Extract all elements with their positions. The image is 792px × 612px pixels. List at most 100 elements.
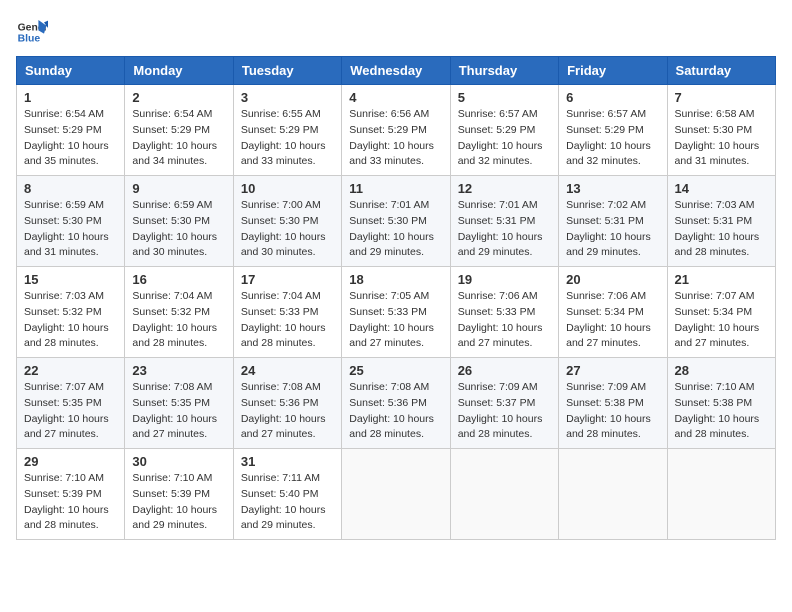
header-friday: Friday [559,57,667,85]
day-number: 18 [349,272,442,287]
day-number: 8 [24,181,117,196]
day-info: Sunrise: 7:09 AMSunset: 5:37 PMDaylight:… [458,380,551,443]
calendar-week-5: 29 Sunrise: 7:10 AMSunset: 5:39 PMDayligh… [17,449,776,540]
day-info: Sunrise: 6:58 AMSunset: 5:30 PMDaylight:… [675,107,768,170]
day-info: Sunrise: 6:54 AMSunset: 5:29 PMDaylight:… [132,107,225,170]
day-info: Sunrise: 7:08 AMSunset: 5:36 PMDaylight:… [241,380,334,443]
calendar-cell: 13Sunrise: 7:02 AMSunset: 5:31 PMDayligh… [559,176,667,267]
calendar-cell: 21 Sunrise: 7:07 AMSunset: 5:34 PMDayligh… [667,267,775,358]
day-info: Sunrise: 7:08 AMSunset: 5:36 PMDaylight:… [349,380,442,443]
day-number: 24 [241,363,334,378]
calendar-cell: 15Sunrise: 7:03 AMSunset: 5:32 PMDayligh… [17,267,125,358]
day-number: 9 [132,181,225,196]
calendar-cell: 5 Sunrise: 6:57 AMSunset: 5:29 PMDaylight… [450,85,558,176]
day-number: 25 [349,363,442,378]
day-number: 1 [24,90,117,105]
calendar-cell: 10Sunrise: 7:00 AMSunset: 5:30 PMDayligh… [233,176,341,267]
calendar-cell: 6Sunrise: 6:57 AMSunset: 5:29 PMDaylight… [559,85,667,176]
header-tuesday: Tuesday [233,57,341,85]
calendar-cell: 23 Sunrise: 7:08 AMSunset: 5:35 PMDayligh… [125,358,233,449]
calendar-cell: 14 Sunrise: 7:03 AMSunset: 5:31 PMDayligh… [667,176,775,267]
header-saturday: Saturday [667,57,775,85]
day-number: 16 [132,272,225,287]
day-info: Sunrise: 7:10 AMSunset: 5:39 PMDaylight:… [24,471,117,534]
day-number: 23 [132,363,225,378]
day-number: 5 [458,90,551,105]
day-number: 29 [24,454,117,469]
day-number: 4 [349,90,442,105]
day-info: Sunrise: 7:07 AMSunset: 5:34 PMDaylight:… [675,289,768,352]
calendar-cell: 22 Sunrise: 7:07 AMSunset: 5:35 PMDayligh… [17,358,125,449]
calendar-header-row: SundayMondayTuesdayWednesdayThursdayFrid… [17,57,776,85]
day-number: 11 [349,181,442,196]
calendar-cell: 3 Sunrise: 6:55 AMSunset: 5:29 PMDaylight… [233,85,341,176]
day-info: Sunrise: 7:05 AMSunset: 5:33 PMDaylight:… [349,289,442,352]
day-number: 14 [675,181,768,196]
calendar-cell: 27Sunrise: 7:09 AMSunset: 5:38 PMDayligh… [559,358,667,449]
calendar-cell: 29 Sunrise: 7:10 AMSunset: 5:39 PMDayligh… [17,449,125,540]
day-number: 19 [458,272,551,287]
day-info: Sunrise: 6:59 AMSunset: 5:30 PMDaylight:… [24,198,117,261]
header-monday: Monday [125,57,233,85]
calendar-week-1: 1 Sunrise: 6:54 AMSunset: 5:29 PMDaylight… [17,85,776,176]
calendar-cell [667,449,775,540]
calendar-cell: 20 Sunrise: 7:06 AMSunset: 5:34 PMDayligh… [559,267,667,358]
day-info: Sunrise: 7:10 AMSunset: 5:38 PMDaylight:… [675,380,768,443]
header: General Blue [16,16,776,48]
calendar-cell: 24 Sunrise: 7:08 AMSunset: 5:36 PMDayligh… [233,358,341,449]
day-number: 6 [566,90,659,105]
calendar-week-3: 15Sunrise: 7:03 AMSunset: 5:32 PMDayligh… [17,267,776,358]
calendar-cell: 4 Sunrise: 6:56 AMSunset: 5:29 PMDaylight… [342,85,450,176]
day-info: Sunrise: 7:06 AMSunset: 5:34 PMDaylight:… [566,289,659,352]
day-info: Sunrise: 6:55 AMSunset: 5:29 PMDaylight:… [241,107,334,170]
day-info: Sunrise: 7:09 AMSunset: 5:38 PMDaylight:… [566,380,659,443]
day-number: 15 [24,272,117,287]
day-info: Sunrise: 7:04 AMSunset: 5:32 PMDaylight:… [132,289,225,352]
header-sunday: Sunday [17,57,125,85]
calendar-cell: 18 Sunrise: 7:05 AMSunset: 5:33 PMDayligh… [342,267,450,358]
calendar-cell [559,449,667,540]
calendar-week-4: 22 Sunrise: 7:07 AMSunset: 5:35 PMDayligh… [17,358,776,449]
calendar-cell: 16 Sunrise: 7:04 AMSunset: 5:32 PMDayligh… [125,267,233,358]
day-info: Sunrise: 7:10 AMSunset: 5:39 PMDaylight:… [132,471,225,534]
day-number: 12 [458,181,551,196]
day-info: Sunrise: 7:03 AMSunset: 5:31 PMDaylight:… [675,198,768,261]
calendar-cell [450,449,558,540]
calendar-cell: 30 Sunrise: 7:10 AMSunset: 5:39 PMDayligh… [125,449,233,540]
day-info: Sunrise: 7:11 AMSunset: 5:40 PMDaylight:… [241,471,334,534]
day-number: 22 [24,363,117,378]
calendar-cell: 9Sunrise: 6:59 AMSunset: 5:30 PMDaylight… [125,176,233,267]
day-number: 2 [132,90,225,105]
calendar-week-2: 8 Sunrise: 6:59 AMSunset: 5:30 PMDaylight… [17,176,776,267]
calendar-cell: 12Sunrise: 7:01 AMSunset: 5:31 PMDayligh… [450,176,558,267]
day-number: 17 [241,272,334,287]
day-info: Sunrise: 7:06 AMSunset: 5:33 PMDaylight:… [458,289,551,352]
calendar-cell: 17Sunrise: 7:04 AMSunset: 5:33 PMDayligh… [233,267,341,358]
calendar-cell: 2 Sunrise: 6:54 AMSunset: 5:29 PMDaylight… [125,85,233,176]
day-info: Sunrise: 6:56 AMSunset: 5:29 PMDaylight:… [349,107,442,170]
day-info: Sunrise: 7:01 AMSunset: 5:30 PMDaylight:… [349,198,442,261]
day-number: 26 [458,363,551,378]
header-thursday: Thursday [450,57,558,85]
logo-icon: General Blue [16,16,48,48]
calendar-cell: 31Sunrise: 7:11 AMSunset: 5:40 PMDayligh… [233,449,341,540]
day-number: 3 [241,90,334,105]
calendar-cell: 1Sunrise: 6:54 AMSunset: 5:29 PMDaylight… [17,85,125,176]
day-info: Sunrise: 6:57 AMSunset: 5:29 PMDaylight:… [458,107,551,170]
calendar-cell: 7Sunrise: 6:58 AMSunset: 5:30 PMDaylight… [667,85,775,176]
calendar-cell [342,449,450,540]
calendar-cell: 19 Sunrise: 7:06 AMSunset: 5:33 PMDayligh… [450,267,558,358]
calendar-table: SundayMondayTuesdayWednesdayThursdayFrid… [16,56,776,540]
day-number: 21 [675,272,768,287]
day-number: 13 [566,181,659,196]
calendar-cell: 28Sunrise: 7:10 AMSunset: 5:38 PMDayligh… [667,358,775,449]
day-number: 30 [132,454,225,469]
logo: General Blue [16,16,48,48]
calendar-cell: 26 Sunrise: 7:09 AMSunset: 5:37 PMDayligh… [450,358,558,449]
day-info: Sunrise: 7:08 AMSunset: 5:35 PMDaylight:… [132,380,225,443]
day-info: Sunrise: 7:07 AMSunset: 5:35 PMDaylight:… [24,380,117,443]
calendar-cell: 8 Sunrise: 6:59 AMSunset: 5:30 PMDaylight… [17,176,125,267]
day-number: 20 [566,272,659,287]
svg-text:Blue: Blue [18,34,41,45]
calendar-cell: 11 Sunrise: 7:01 AMSunset: 5:30 PMDayligh… [342,176,450,267]
